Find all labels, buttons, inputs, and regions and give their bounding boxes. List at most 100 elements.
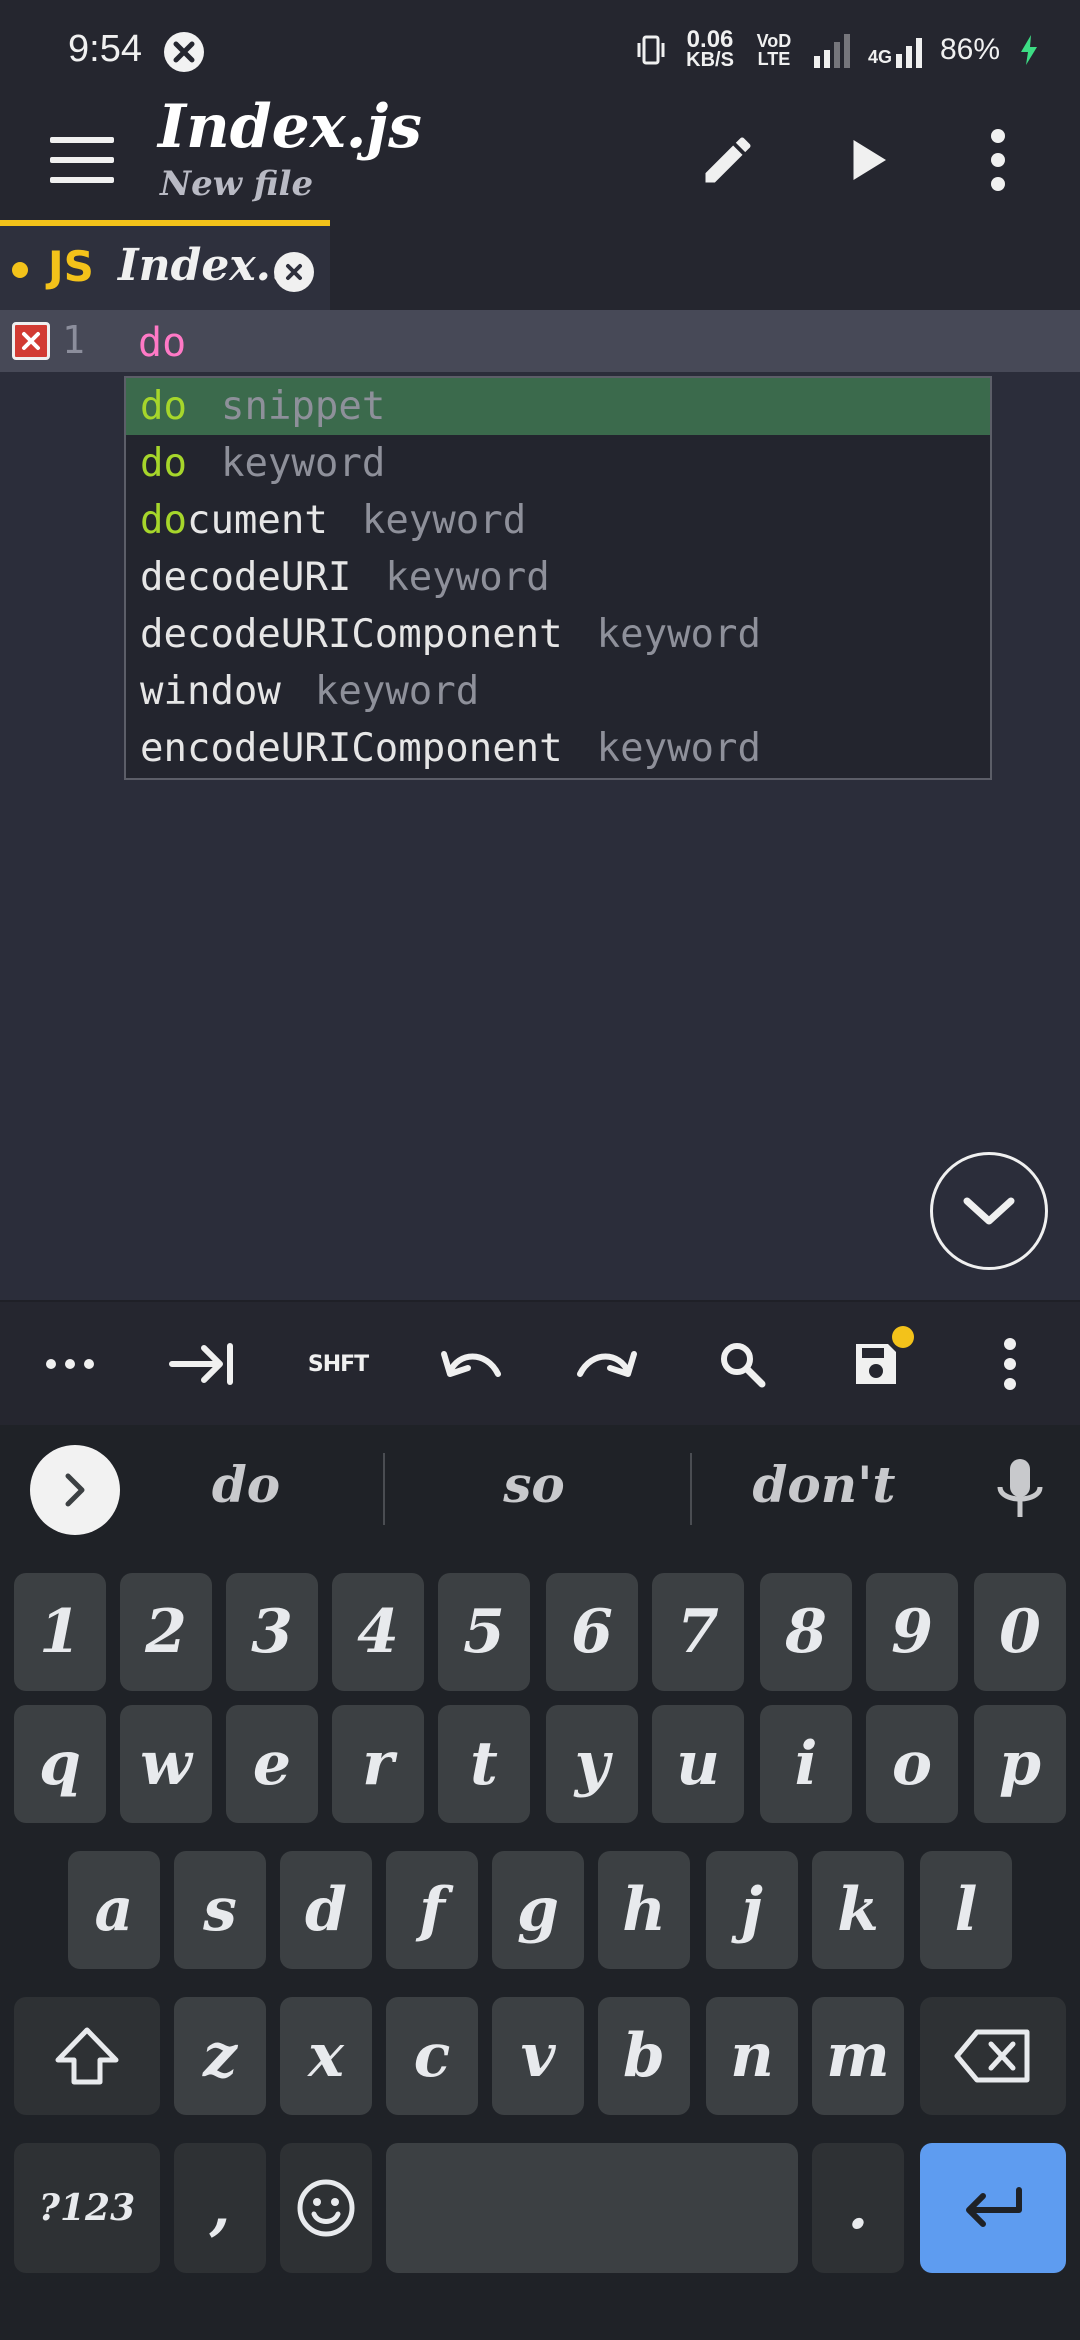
key-5[interactable]: 5 <box>438 1573 530 1691</box>
line-number: 1 <box>62 318 85 362</box>
code-text[interactable]: do <box>138 320 186 366</box>
more-horizontal-icon <box>46 1359 94 1369</box>
status-bar: 9:54 0.06 KB/S VoD LTE 4G 86% <box>0 0 1080 100</box>
chevron-right-icon <box>65 1473 85 1507</box>
key-w[interactable]: w <box>120 1705 212 1823</box>
key-v[interactable]: v <box>492 1997 584 2115</box>
shift-key[interactable] <box>14 1997 160 2115</box>
emoji-icon <box>297 2179 355 2237</box>
volte-indicator: VoD LTE <box>756 31 792 69</box>
key-x[interactable]: x <box>280 1997 372 2115</box>
charging-icon <box>1021 35 1037 65</box>
key-q[interactable]: q <box>14 1705 106 1823</box>
key-p[interactable]: p <box>974 1705 1066 1823</box>
undo-button[interactable] <box>432 1324 512 1404</box>
close-tab-icon[interactable] <box>274 252 314 292</box>
overflow-menu-icon[interactable] <box>960 122 1036 198</box>
file-subtitle: New file <box>160 164 314 204</box>
menu-icon[interactable] <box>50 130 114 190</box>
undo-icon <box>441 1351 501 1377</box>
search-icon <box>721 1343 766 1388</box>
error-icon[interactable] <box>12 322 50 360</box>
suggestion-2[interactable]: so <box>384 1455 684 1514</box>
space-key[interactable] <box>386 2143 798 2273</box>
key-f[interactable]: f <box>386 1851 478 1969</box>
key-g[interactable]: g <box>492 1851 584 1969</box>
key-d[interactable]: d <box>280 1851 372 1969</box>
period-key[interactable]: . <box>812 2143 904 2273</box>
shift-button[interactable]: SHFT <box>298 1324 378 1404</box>
key-j[interactable]: j <box>706 1851 798 1969</box>
save-icon <box>856 1344 896 1384</box>
key-k[interactable]: k <box>812 1851 904 1969</box>
code-editor[interactable]: 1 do do snippet do keyword document keyword… <box>0 310 1080 1300</box>
emoji-key[interactable] <box>280 2143 372 2273</box>
key-n[interactable]: n <box>706 1997 798 2115</box>
key-t[interactable]: t <box>438 1705 530 1823</box>
suggestion-1[interactable]: do <box>96 1455 396 1514</box>
key-r[interactable]: r <box>332 1705 424 1823</box>
backspace-key[interactable] <box>920 1997 1066 2115</box>
soft-keyboard: do so don't 1 2 3 4 5 6 7 8 9 0 q w e r … <box>0 1425 1080 2340</box>
symbols-key[interactable]: ?123 <box>14 2143 160 2273</box>
key-c[interactable]: c <box>386 1997 478 2115</box>
tab-index-js[interactable]: JS Index... <box>0 220 330 310</box>
key-4[interactable]: 4 <box>332 1573 424 1691</box>
key-e[interactable]: e <box>226 1705 318 1823</box>
backspace-icon <box>954 2029 1030 2083</box>
key-0[interactable]: 0 <box>974 1573 1066 1691</box>
key-s[interactable]: s <box>174 1851 266 1969</box>
key-6[interactable]: 6 <box>546 1573 638 1691</box>
more-symbols-button[interactable] <box>30 1324 110 1404</box>
redo-button[interactable] <box>566 1324 646 1404</box>
autocomplete-item[interactable]: encodeURIComponent keyword <box>126 720 990 777</box>
search-button[interactable] <box>702 1324 782 1404</box>
key-9[interactable]: 9 <box>866 1573 958 1691</box>
key-1[interactable]: 1 <box>14 1573 106 1691</box>
suggestion-3[interactable]: don't <box>674 1455 974 1514</box>
net-speed: 0.06 KB/S <box>686 26 734 71</box>
autocomplete-item[interactable]: decodeURIComponent keyword <box>126 606 990 663</box>
key-a[interactable]: a <box>68 1851 160 1969</box>
key-z[interactable]: z <box>174 1997 266 2115</box>
app-bar: Index.js New file <box>0 92 1080 220</box>
key-b[interactable]: b <box>598 1997 690 2115</box>
network-4g-icon: 4G <box>868 32 922 68</box>
tab-bar: JS Index... <box>0 220 1080 310</box>
key-u[interactable]: u <box>652 1705 744 1823</box>
key-8[interactable]: 8 <box>760 1573 852 1691</box>
save-button[interactable] <box>836 1324 916 1404</box>
key-y[interactable]: y <box>546 1705 638 1823</box>
autocomplete-item[interactable]: document keyword <box>126 492 990 549</box>
key-3[interactable]: 3 <box>226 1573 318 1691</box>
autocomplete-item[interactable]: do keyword <box>126 435 990 492</box>
comma-key[interactable]: , <box>174 2143 266 2273</box>
battery-level: 86% <box>939 33 1000 66</box>
run-play-icon[interactable] <box>828 122 904 198</box>
autocomplete-item[interactable]: window keyword <box>126 663 990 720</box>
vibrate-icon <box>637 35 665 65</box>
key-i[interactable]: i <box>760 1705 852 1823</box>
microphone-icon[interactable] <box>990 1455 1050 1525</box>
enter-arrow-icon <box>966 2187 1022 2227</box>
redo-icon <box>577 1351 637 1377</box>
js-file-icon: JS <box>48 242 94 291</box>
overflow-vertical-icon <box>1004 1338 1016 1390</box>
current-line[interactable]: 1 do <box>0 310 1080 372</box>
key-m[interactable]: m <box>812 1997 904 2115</box>
key-o[interactable]: o <box>866 1705 958 1823</box>
scroll-down-button[interactable] <box>930 1152 1048 1270</box>
autocomplete-item[interactable]: do snippet <box>126 378 990 435</box>
suggestion-strip: do so don't <box>0 1425 1080 1550</box>
autocomplete-item[interactable]: decodeURI keyword <box>126 549 990 606</box>
key-l[interactable]: l <box>920 1851 1012 1969</box>
app-notification-icon <box>164 32 204 72</box>
enter-key[interactable] <box>920 2143 1066 2273</box>
key-7[interactable]: 7 <box>652 1573 744 1691</box>
tab-key-button[interactable] <box>162 1324 242 1404</box>
key-h[interactable]: h <box>598 1851 690 1969</box>
key-2[interactable]: 2 <box>120 1573 212 1691</box>
toolbar-more-button[interactable] <box>970 1324 1050 1404</box>
status-time: 9:54 <box>68 28 142 70</box>
edit-pencil-icon[interactable] <box>690 122 766 198</box>
